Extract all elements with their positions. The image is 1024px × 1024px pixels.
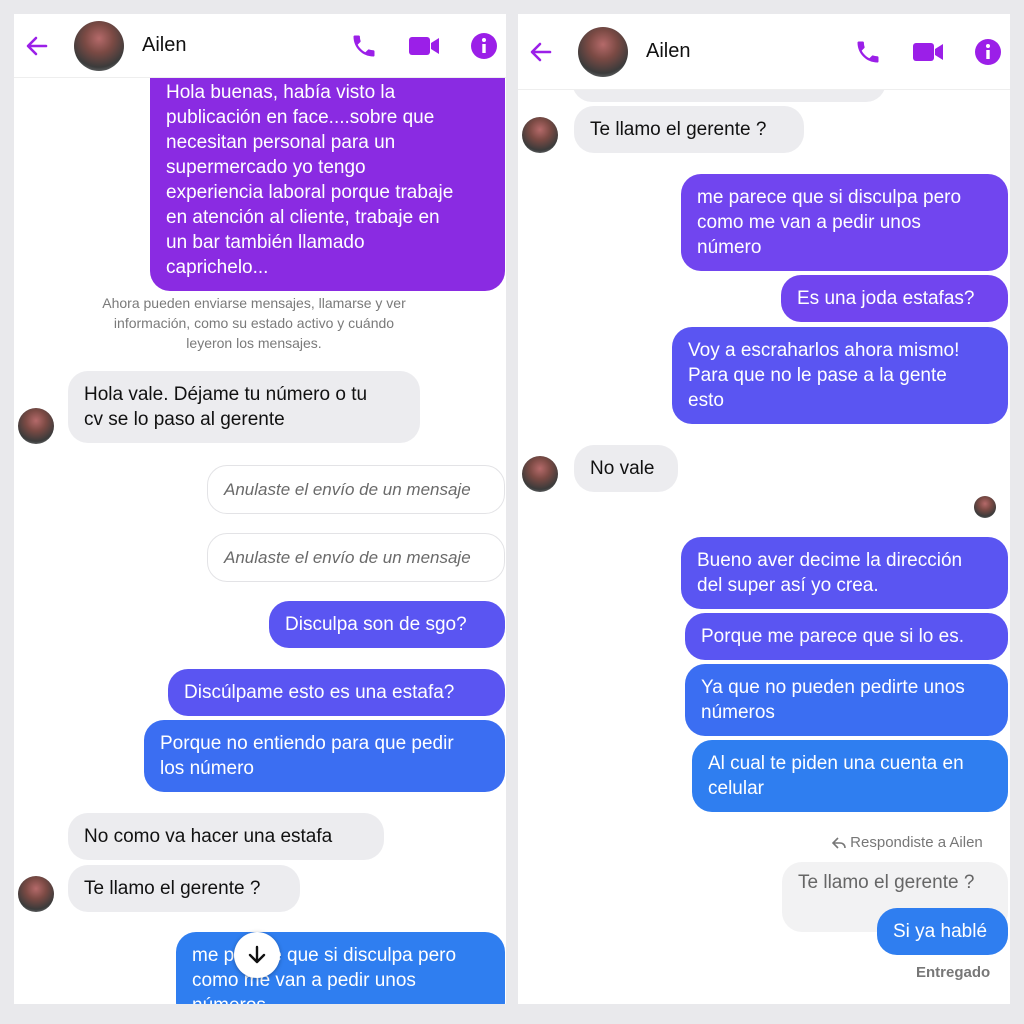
contact-avatar[interactable] bbox=[74, 20, 124, 71]
message-line: experiencia laboral porque trabaje bbox=[166, 182, 454, 203]
sender-avatar[interactable] bbox=[18, 876, 54, 912]
message-line: publicación en face....sobre que bbox=[166, 107, 435, 128]
message-bubble-outgoing[interactable]: Disculpa son de sgo? bbox=[269, 601, 505, 648]
right-chat-screenshot: Ailen Te llamo el gerente ? me parece qu… bbox=[518, 14, 1010, 1004]
message-bubble-outgoing[interactable]: Porque no entiendo para que pedir los nú… bbox=[144, 720, 505, 792]
message-bubble-outgoing[interactable]: Discúlpame esto es una estafa? bbox=[168, 669, 505, 716]
message-line: Al cual te piden una cuenta en bbox=[708, 753, 964, 774]
contact-avatar[interactable] bbox=[578, 26, 628, 77]
back-arrow-icon[interactable] bbox=[22, 31, 52, 61]
arrow-down-icon bbox=[248, 945, 266, 964]
message-line: me parece que si disculpa pero bbox=[697, 187, 962, 208]
reply-indicator: Respondiste a Ailen bbox=[831, 834, 983, 851]
privacy-notice: Ahora pueden enviarse mensajes, llamarse… bbox=[69, 293, 439, 353]
message-line: Para que no le pase a la gente bbox=[688, 365, 947, 386]
message-bubble-incoming[interactable]: No como va hacer una estafa bbox=[68, 813, 384, 860]
message-bubble-outgoing[interactable]: Porque me parece que si lo es. bbox=[685, 613, 1008, 660]
read-receipt-avatar bbox=[974, 496, 996, 518]
scroll-down-button[interactable] bbox=[234, 932, 280, 978]
message-line: Voy a escraharlos ahora mismo! bbox=[688, 340, 960, 361]
contact-name[interactable]: Ailen bbox=[142, 34, 186, 57]
message-bubble-outgoing[interactable]: Hola buenas, había visto la publicación … bbox=[150, 58, 505, 291]
message-bubble-outgoing[interactable]: Al cual te piden una cuenta en celular bbox=[692, 740, 1008, 812]
message-line: en atención al cliente, trabaje en bbox=[166, 207, 440, 228]
message-bubble-outgoing[interactable]: me parece que si disculpa pero como me v… bbox=[176, 932, 505, 1004]
notice-line: información, como su estado activo y cuá… bbox=[113, 315, 395, 331]
message-line: números bbox=[192, 993, 489, 1004]
message-line: del super así yo crea. bbox=[697, 575, 879, 596]
message-bubble-outgoing[interactable]: me parece que si disculpa pero como me v… bbox=[681, 174, 1008, 271]
notice-line: Ahora pueden enviarse mensajes, llamarse… bbox=[102, 295, 406, 311]
info-icon[interactable] bbox=[974, 38, 1002, 66]
phone-call-icon[interactable] bbox=[350, 32, 378, 60]
chat-header: Ailen bbox=[14, 14, 506, 78]
delivery-status: Entregado bbox=[916, 964, 991, 981]
message-line: Ya que no pueden pedirte unos bbox=[701, 677, 965, 698]
message-bubble-outgoing[interactable]: Si ya hablé bbox=[877, 908, 1008, 955]
unsent-message-notice: Anulaste el envío de un mensaje bbox=[207, 465, 505, 514]
reply-arrow-icon bbox=[831, 837, 846, 849]
message-line: caprichelo... bbox=[166, 257, 269, 278]
message-line: cv se lo paso al gerente bbox=[84, 409, 285, 430]
left-chat-screenshot: Ailen Hola buenas, había visto la public… bbox=[14, 14, 506, 1004]
sender-avatar[interactable] bbox=[522, 117, 558, 153]
reply-note-text: Respondiste a Ailen bbox=[850, 834, 983, 851]
message-line: Porque no entiendo para que pedir bbox=[160, 733, 454, 754]
message-bubble-outgoing[interactable]: Bueno aver decime la dirección del super… bbox=[681, 537, 1008, 609]
message-line: un bar también llamado bbox=[166, 232, 365, 253]
message-bubble-incoming[interactable]: Hola vale. Déjame tu número o tu cv se l… bbox=[68, 371, 420, 443]
message-line: necesitan personal para un bbox=[166, 132, 396, 153]
message-line: esto bbox=[688, 390, 724, 411]
message-line: como me van a pedir unos bbox=[192, 970, 416, 991]
info-icon[interactable] bbox=[470, 32, 498, 60]
back-arrow-icon[interactable] bbox=[526, 37, 556, 67]
message-line: supermercado yo tengo bbox=[166, 157, 366, 178]
message-bubble-outgoing[interactable]: Es una joda estafas? bbox=[781, 275, 1008, 322]
video-call-icon[interactable] bbox=[408, 34, 440, 58]
unsent-message-notice: Anulaste el envío de un mensaje bbox=[207, 533, 505, 582]
sender-avatar[interactable] bbox=[522, 456, 558, 492]
message-bubble-outgoing[interactable]: Voy a escraharlos ahora mismo! Para que … bbox=[672, 327, 1008, 424]
message-line: Hola vale. Déjame tu número o tu bbox=[84, 384, 368, 405]
contact-name[interactable]: Ailen bbox=[646, 40, 690, 63]
message-bubble-incoming[interactable]: Te llamo el gerente ? bbox=[68, 865, 300, 912]
sender-avatar[interactable] bbox=[18, 408, 54, 444]
message-line: números bbox=[701, 702, 775, 723]
chat-header: Ailen bbox=[518, 14, 1010, 90]
message-bubble-incoming[interactable]: Te llamo el gerente ? bbox=[574, 106, 804, 153]
message-line: como me van a pedir unos bbox=[697, 212, 921, 233]
notice-line: leyeron los mensajes. bbox=[186, 335, 322, 351]
phone-call-icon[interactable] bbox=[854, 38, 882, 66]
video-call-icon[interactable] bbox=[912, 40, 944, 64]
message-bubble-incoming[interactable]: No vale bbox=[574, 445, 678, 492]
message-line: celular bbox=[708, 778, 764, 799]
message-line: número bbox=[697, 237, 762, 258]
message-line: los número bbox=[160, 758, 254, 779]
message-bubble-outgoing[interactable]: Ya que no pueden pedirte unos números bbox=[685, 664, 1008, 736]
message-line: Hola buenas, había visto la bbox=[166, 82, 396, 103]
message-line: Bueno aver decime la dirección bbox=[697, 550, 963, 571]
